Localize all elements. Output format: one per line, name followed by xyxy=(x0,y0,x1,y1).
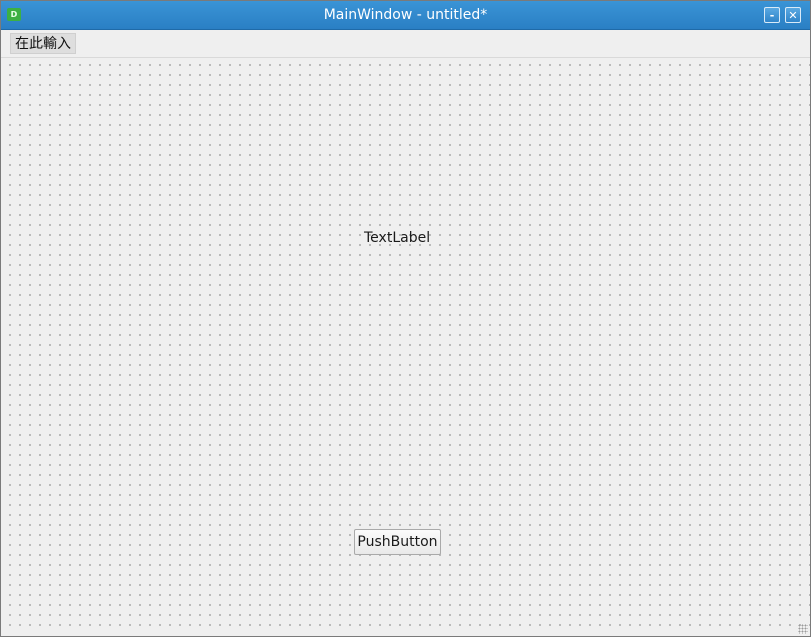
resize-grip-icon[interactable] xyxy=(798,624,808,634)
minimize-button[interactable]: - xyxy=(764,7,780,23)
push-button[interactable]: PushButton xyxy=(354,529,441,555)
menu-type-here-placeholder[interactable]: 在此輸入 xyxy=(10,33,76,54)
menu-bar: 在此輸入 xyxy=(1,30,810,58)
close-button[interactable]: ✕ xyxy=(785,7,801,23)
text-label[interactable]: TextLabel xyxy=(364,229,430,247)
window-title: MainWindow - untitled* xyxy=(323,7,488,23)
main-window: D MainWindow - untitled* - ✕ 在此輸入 TextLa… xyxy=(0,0,811,637)
title-bar[interactable]: D MainWindow - untitled* - ✕ xyxy=(1,1,810,30)
form-canvas[interactable]: TextLabel PushButton xyxy=(1,58,810,633)
